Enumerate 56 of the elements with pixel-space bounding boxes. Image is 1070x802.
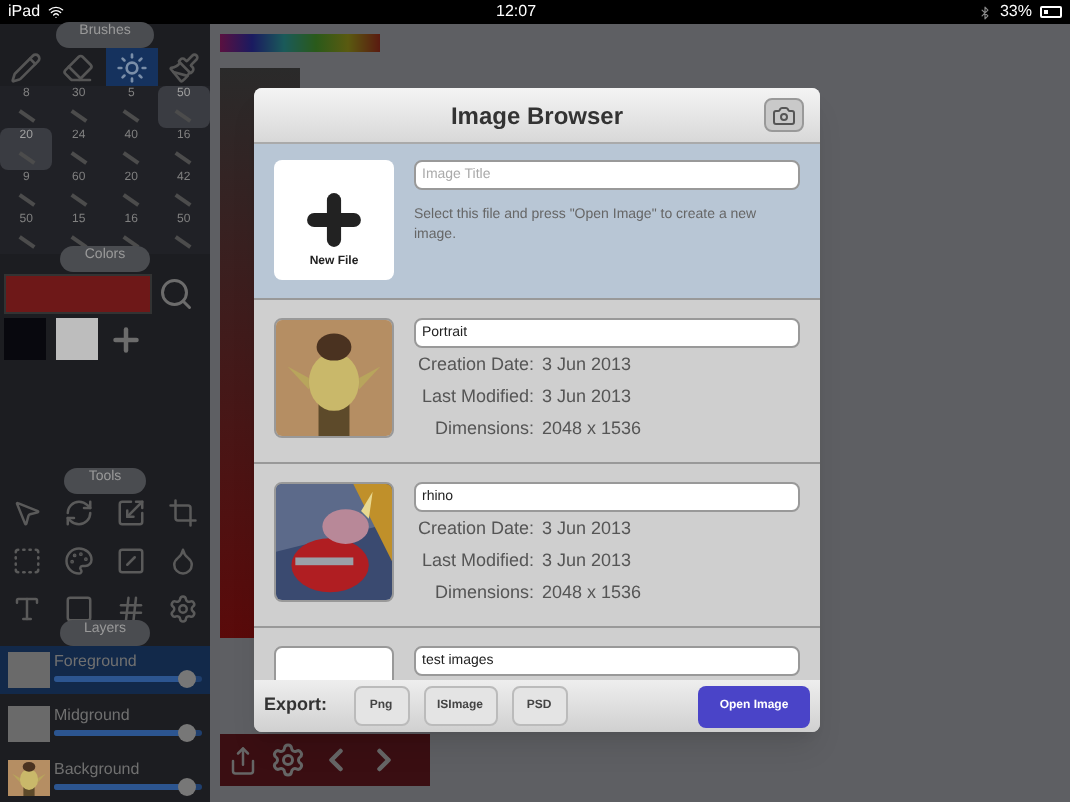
opacity-slider[interactable] xyxy=(54,778,202,797)
dialog-title: Image Browser xyxy=(450,99,624,133)
field-label: Creation Date: xyxy=(415,516,534,542)
field-value: 3 Jun 2013 xyxy=(542,548,632,574)
sun-icon xyxy=(115,51,148,84)
search-icon[interactable] xyxy=(158,275,194,312)
file-thumbnail[interactable] xyxy=(274,482,394,602)
field-label: Last Modified: xyxy=(419,384,534,410)
layer-row[interactable]: Foreground xyxy=(0,646,210,695)
palette-icon[interactable] xyxy=(63,546,94,577)
pointer-icon[interactable] xyxy=(11,498,42,529)
field-label: Dimensions: xyxy=(432,580,534,606)
field-value: 3 Jun 2013 xyxy=(542,384,632,410)
export-label: Export: xyxy=(264,692,327,719)
grid-icon[interactable] xyxy=(116,594,147,625)
field-label: Last Modified: xyxy=(419,548,534,574)
battery-icon xyxy=(1040,6,1062,18)
device-name: iPad xyxy=(8,0,41,24)
add-icon[interactable] xyxy=(108,321,144,358)
eraser-icon xyxy=(62,51,95,84)
settings-icon[interactable] xyxy=(270,742,306,778)
field-value: 3 Jun 2013 xyxy=(542,352,632,378)
text-icon[interactable] xyxy=(11,594,42,625)
cog-icon[interactable] xyxy=(168,594,199,625)
crop-icon[interactable] xyxy=(168,498,199,529)
pencil-icon xyxy=(10,51,43,84)
export-icon[interactable] xyxy=(228,745,258,775)
color-spectrum[interactable] xyxy=(220,34,380,52)
field-value: 2048 x 1536 xyxy=(542,580,642,606)
layer-name: Foreground xyxy=(54,652,139,671)
field-value: 2048 x 1536 xyxy=(542,416,642,442)
current-color[interactable] xyxy=(4,273,152,314)
layer-name: Background xyxy=(54,760,142,779)
bluetooth-icon xyxy=(977,5,992,19)
brush-icon xyxy=(167,51,200,84)
battery-level: 33% xyxy=(999,0,1032,24)
wifi-icon xyxy=(48,4,65,20)
file-thumbnail[interactable] xyxy=(274,318,394,438)
clock: 12:07 xyxy=(496,0,537,24)
layer-name: Midground xyxy=(54,706,132,725)
selection-icon[interactable] xyxy=(11,546,42,577)
adjust-icon[interactable] xyxy=(116,546,147,577)
resize-icon[interactable] xyxy=(116,498,147,529)
camera-icon xyxy=(772,103,796,127)
layer-row[interactable]: Background xyxy=(0,754,210,802)
field-label: Dimensions: xyxy=(432,416,534,442)
brush-tool[interactable] xyxy=(105,47,158,87)
layer-row[interactable]: Midground xyxy=(0,700,210,749)
rotate-icon[interactable] xyxy=(63,498,94,529)
camera-button[interactable] xyxy=(764,98,804,132)
opacity-slider[interactable] xyxy=(54,670,202,689)
field-label: Creation Date: xyxy=(415,352,534,378)
drop-icon[interactable] xyxy=(168,546,199,577)
color-swatch[interactable] xyxy=(56,318,98,361)
field-value: 3 Jun 2013 xyxy=(542,516,632,542)
opacity-slider[interactable] xyxy=(54,724,202,743)
